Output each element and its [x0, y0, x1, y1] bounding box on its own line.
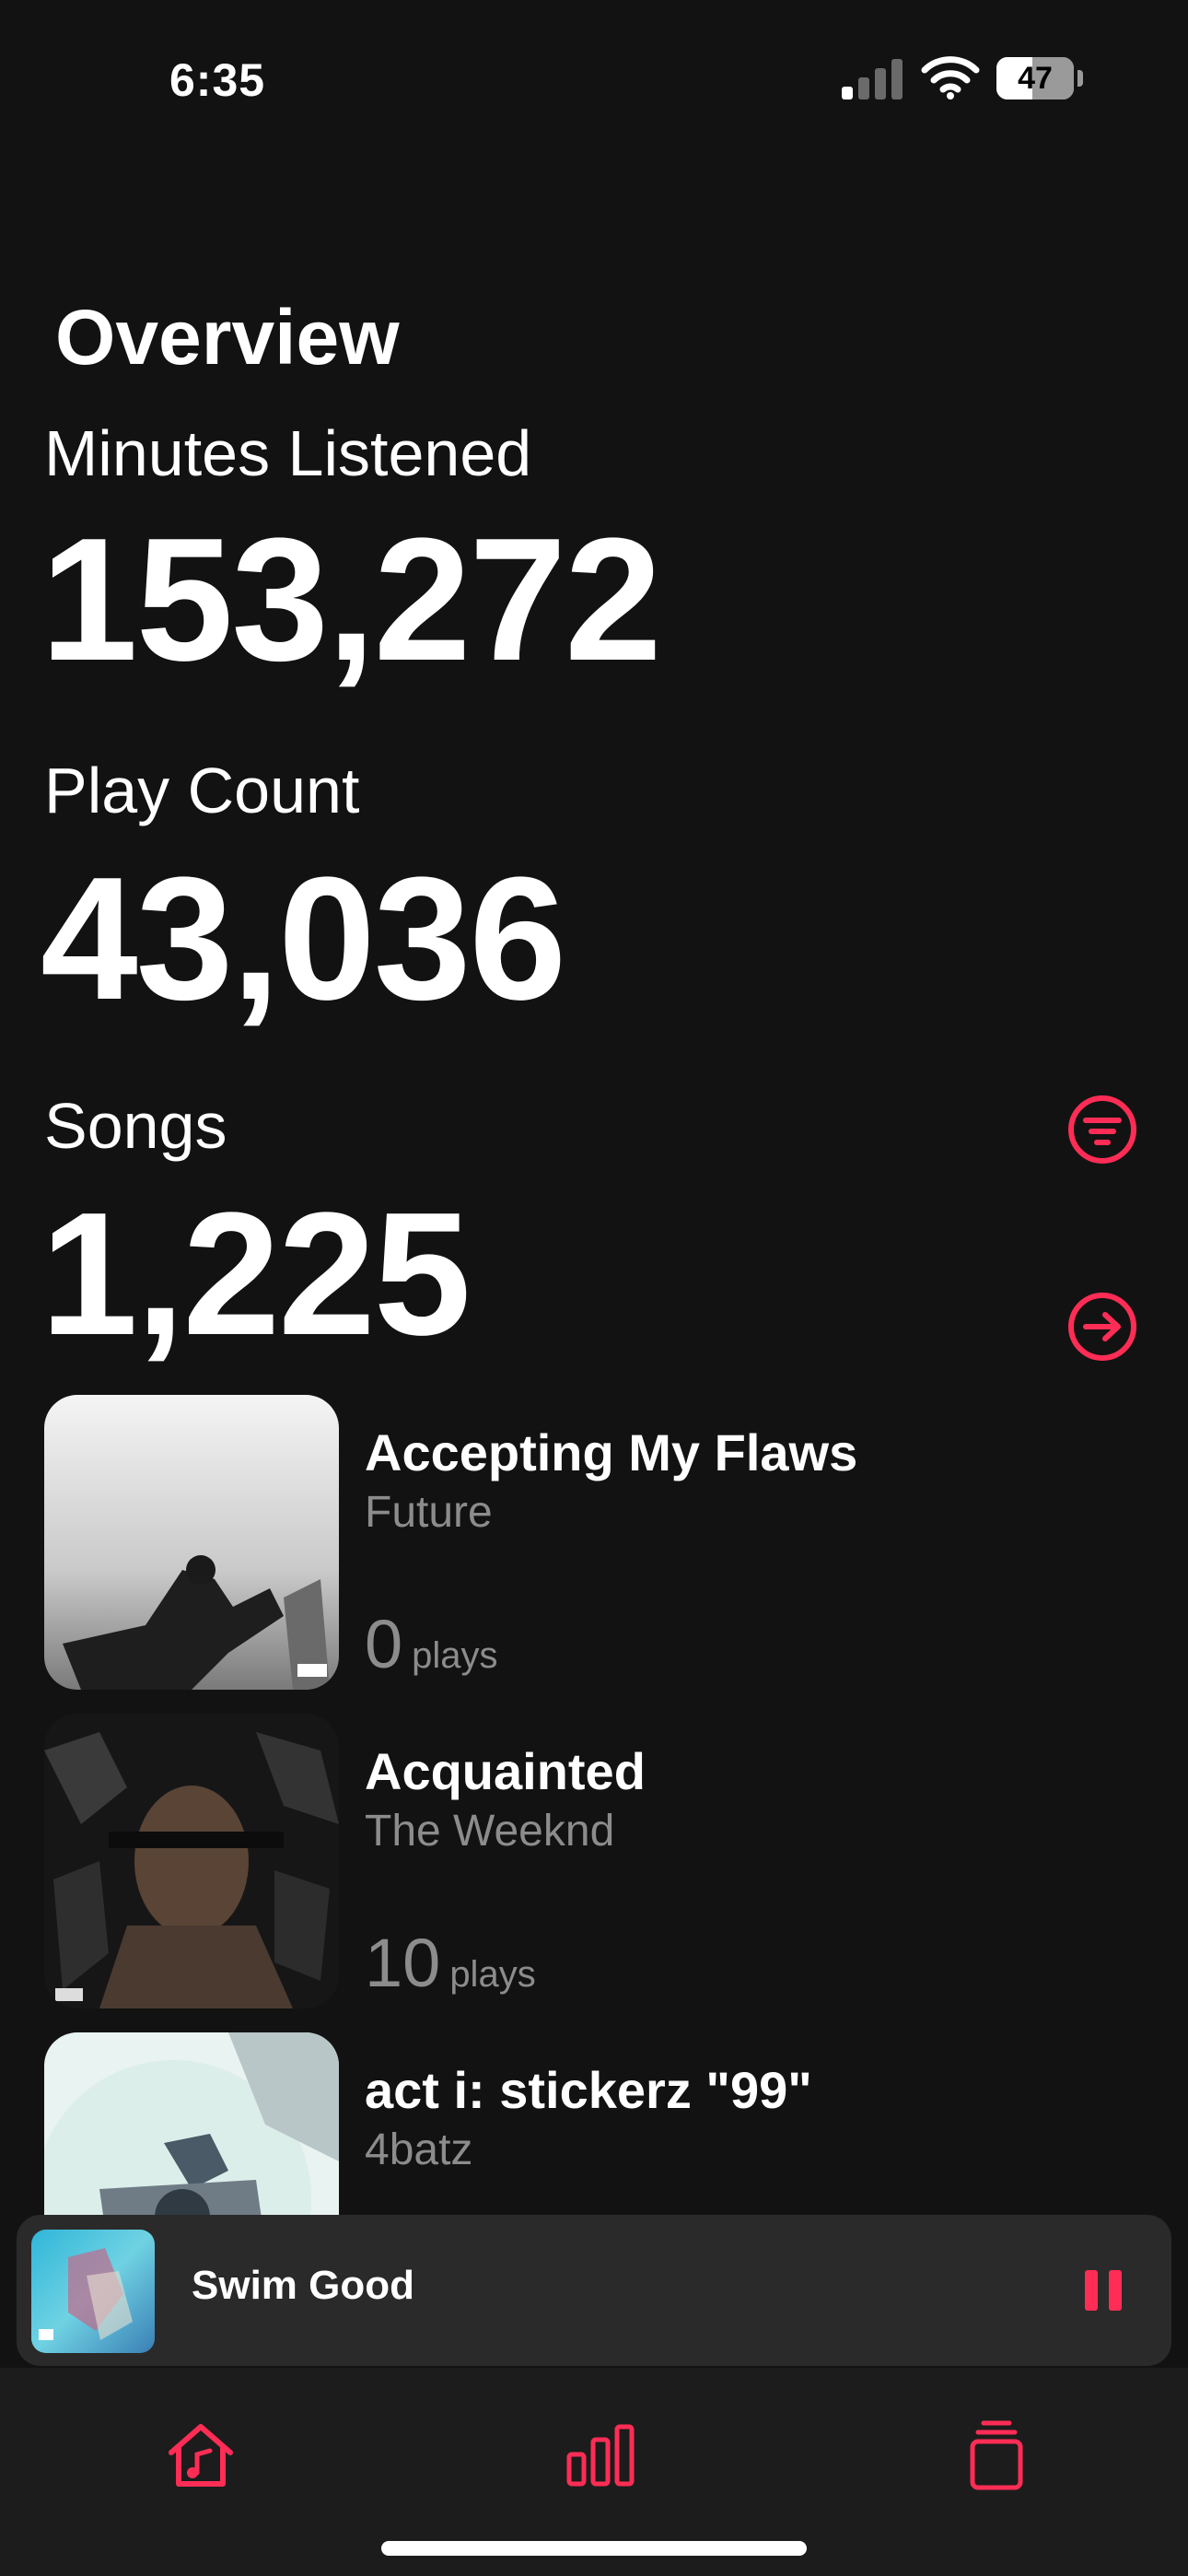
now-playing-bar[interactable]: Swim Good	[17, 2215, 1171, 2366]
wifi-icon	[921, 56, 980, 100]
album-art	[44, 2032, 339, 2215]
album-art	[44, 1714, 339, 2008]
stack-icon[interactable]	[958, 2416, 1035, 2493]
home-music-icon[interactable]	[162, 2416, 239, 2493]
album-art	[44, 1395, 339, 1690]
minutes-listened-value: 153,272	[41, 502, 662, 697]
list-item[interactable]: Accepting My Flaws Future 0 plays	[44, 1395, 1168, 1693]
song-plays: 0 plays	[365, 1605, 498, 1683]
plays-count: 10	[365, 1925, 441, 2001]
song-artist: The Weeknd	[365, 1807, 615, 1856]
cellular-signal-icon	[842, 59, 903, 100]
battery-indicator: 47	[996, 57, 1085, 101]
list-item[interactable]: Acquainted The Weeknd 10 plays	[44, 1714, 1168, 2012]
play-count-label: Play Count	[44, 755, 360, 826]
arrow-right-circle-icon[interactable]	[1066, 1290, 1139, 1364]
song-plays: 10 plays	[365, 1924, 536, 2002]
song-title: Accepting My Flaws	[365, 1423, 858, 1481]
bar-chart-icon[interactable]	[562, 2416, 639, 2493]
songs-label: Songs	[44, 1090, 227, 1162]
song-artist: Future	[365, 1488, 493, 1537]
page-title: Overview	[55, 294, 400, 381]
play-count-value: 43,036	[41, 841, 566, 1036]
now-playing-title: Swim Good	[192, 2263, 414, 2308]
minutes-listened-label: Minutes Listened	[44, 417, 532, 489]
pause-icon[interactable]	[1076, 2261, 1131, 2320]
plays-label: plays	[412, 1635, 498, 1676]
home-indicator	[381, 2541, 807, 2556]
battery-level-text: 47	[1018, 61, 1053, 96]
song-artist: 4batz	[365, 2125, 473, 2174]
song-title: Acquainted	[365, 1742, 646, 1800]
status-time: 6:35	[169, 54, 266, 106]
plays-count: 0	[365, 1606, 403, 1682]
list-item[interactable]: act i: stickerz "99" 4batz	[44, 2032, 1168, 2215]
songs-count-value: 1,225	[41, 1177, 471, 1372]
now-playing-artwork	[31, 2230, 155, 2353]
plays-label: plays	[449, 1954, 536, 1995]
song-title: act i: stickerz "99"	[365, 2061, 812, 2119]
filter-icon[interactable]	[1066, 1093, 1139, 1166]
